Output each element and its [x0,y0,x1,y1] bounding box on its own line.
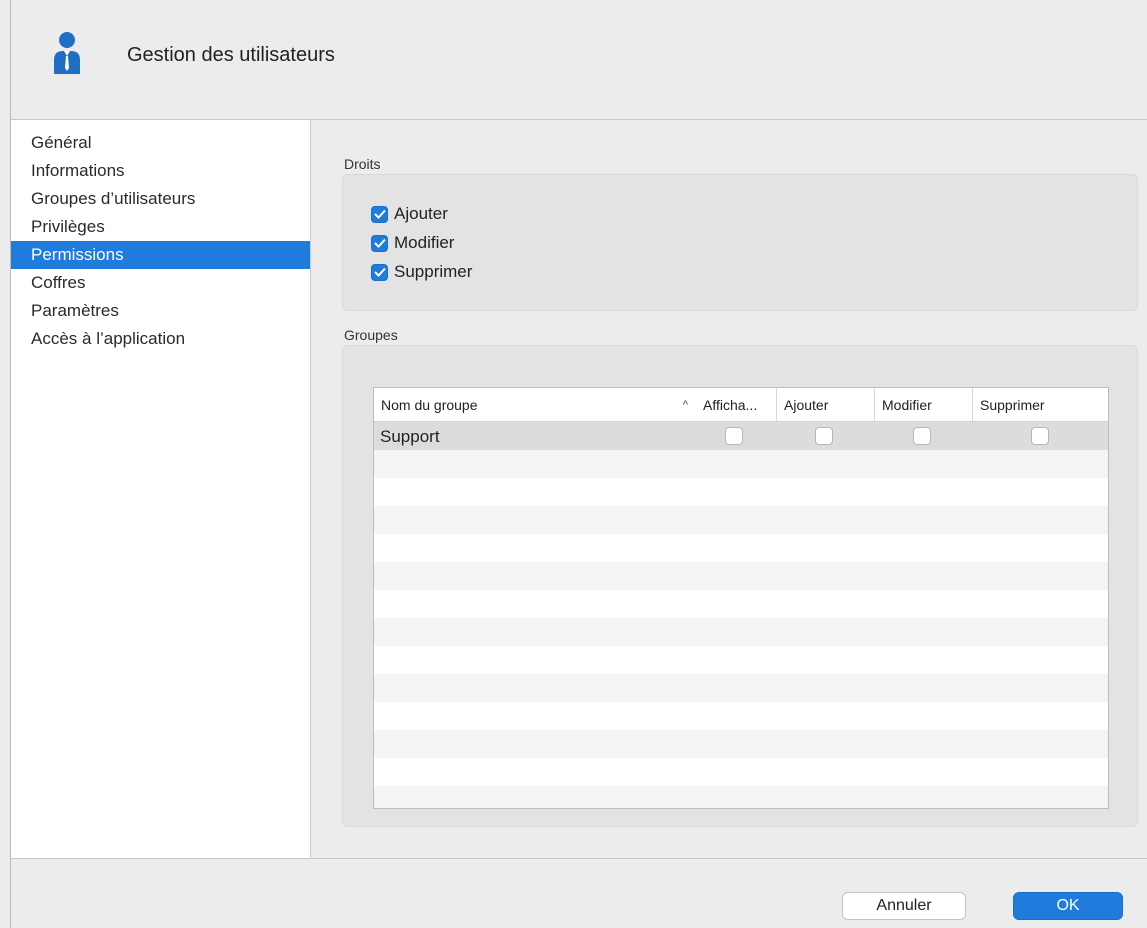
sidebar-item-informations[interactable]: Informations [11,157,310,185]
column-header-label: Afficha... [703,397,758,413]
table-row-empty [374,730,1108,758]
table-row-empty [374,618,1108,646]
groups-section-label: Groupes [344,327,398,343]
rights-section-label: Droits [344,156,381,172]
sidebar-item-permissions[interactable]: Permissions [11,241,310,269]
modifier-checkbox[interactable] [913,427,931,445]
supprimer-checkbox[interactable] [1031,427,1049,445]
rights-option-label: Supprimer [394,262,473,281]
sidebar-item-groupes-utilisateurs[interactable]: Groupes d’utilisateurs [11,185,310,213]
rights-option-ajouter[interactable]: Ajouter [371,202,448,226]
checkbox-checked-icon[interactable] [371,234,388,252]
column-header-label: Nom du groupe [381,397,478,413]
sidebar-item-coffres[interactable]: Coffres [11,269,310,297]
sidebar-item-privileges[interactable]: Privilèges [11,213,310,241]
table-row-empty [374,646,1108,674]
rights-option-label: Ajouter [394,204,448,223]
cancel-button[interactable]: Annuler [842,892,966,920]
sidebar: Général Informations Groupes d’utilisate… [11,120,311,858]
afficher-checkbox[interactable] [725,427,743,445]
column-header-ajouter[interactable]: Ajouter [776,388,874,422]
column-header-supprimer[interactable]: Supprimer [972,388,1108,422]
groups-box: Nom du groupe ^ Afficha... Ajouter Modif… [342,345,1138,827]
column-header-afficher[interactable]: Afficha... [696,388,776,422]
group-name-cell: Support [380,427,440,446]
rights-option-label: Modifier [394,233,455,252]
table-row-empty [374,562,1108,590]
sidebar-item-parametres[interactable]: Paramètres [11,297,310,325]
rights-option-modifier[interactable]: Modifier [371,231,454,255]
dialog-header: Gestion des utilisateurs [11,0,1147,120]
table-row-empty [374,450,1108,478]
table-row-empty [374,674,1108,702]
table-row[interactable]: Support [374,422,1108,450]
footer-divider [11,858,1147,859]
table-row-empty [374,702,1108,730]
table-row-empty [374,534,1108,562]
rights-box: Ajouter Modifier Supprimer [342,174,1138,311]
rights-option-supprimer[interactable]: Supprimer [371,260,472,284]
table-row-empty [374,506,1108,534]
checkbox-checked-icon[interactable] [371,263,388,281]
checkbox-checked-icon[interactable] [371,205,388,223]
table-row-empty [374,478,1108,506]
user-icon [54,32,80,74]
sidebar-item-acces-application[interactable]: Accès à l’application [11,325,310,353]
permissions-panel: Droits Ajouter Modifier Supprimer Groupe… [312,120,1147,858]
table-row-empty [374,590,1108,618]
table-row-empty [374,758,1108,786]
groups-table: Nom du groupe ^ Afficha... Ajouter Modif… [373,387,1109,809]
table-row-empty [374,786,1108,808]
ajouter-checkbox[interactable] [815,427,833,445]
column-header-label: Supprimer [980,397,1045,413]
ok-button[interactable]: OK [1013,892,1123,920]
dialog-title: Gestion des utilisateurs [127,44,335,66]
column-header-label: Ajouter [784,397,829,413]
dialog-window: Gestion des utilisateurs Général Informa… [10,0,1147,928]
column-header-modifier[interactable]: Modifier [874,388,972,422]
column-header-nom-du-groupe[interactable]: Nom du groupe ^ [374,388,696,422]
column-header-label: Modifier [882,397,932,413]
groups-table-header: Nom du groupe ^ Afficha... Ajouter Modif… [374,388,1108,422]
chevron-up-icon: ^ [682,399,688,411]
sidebar-item-general[interactable]: Général [11,129,310,157]
